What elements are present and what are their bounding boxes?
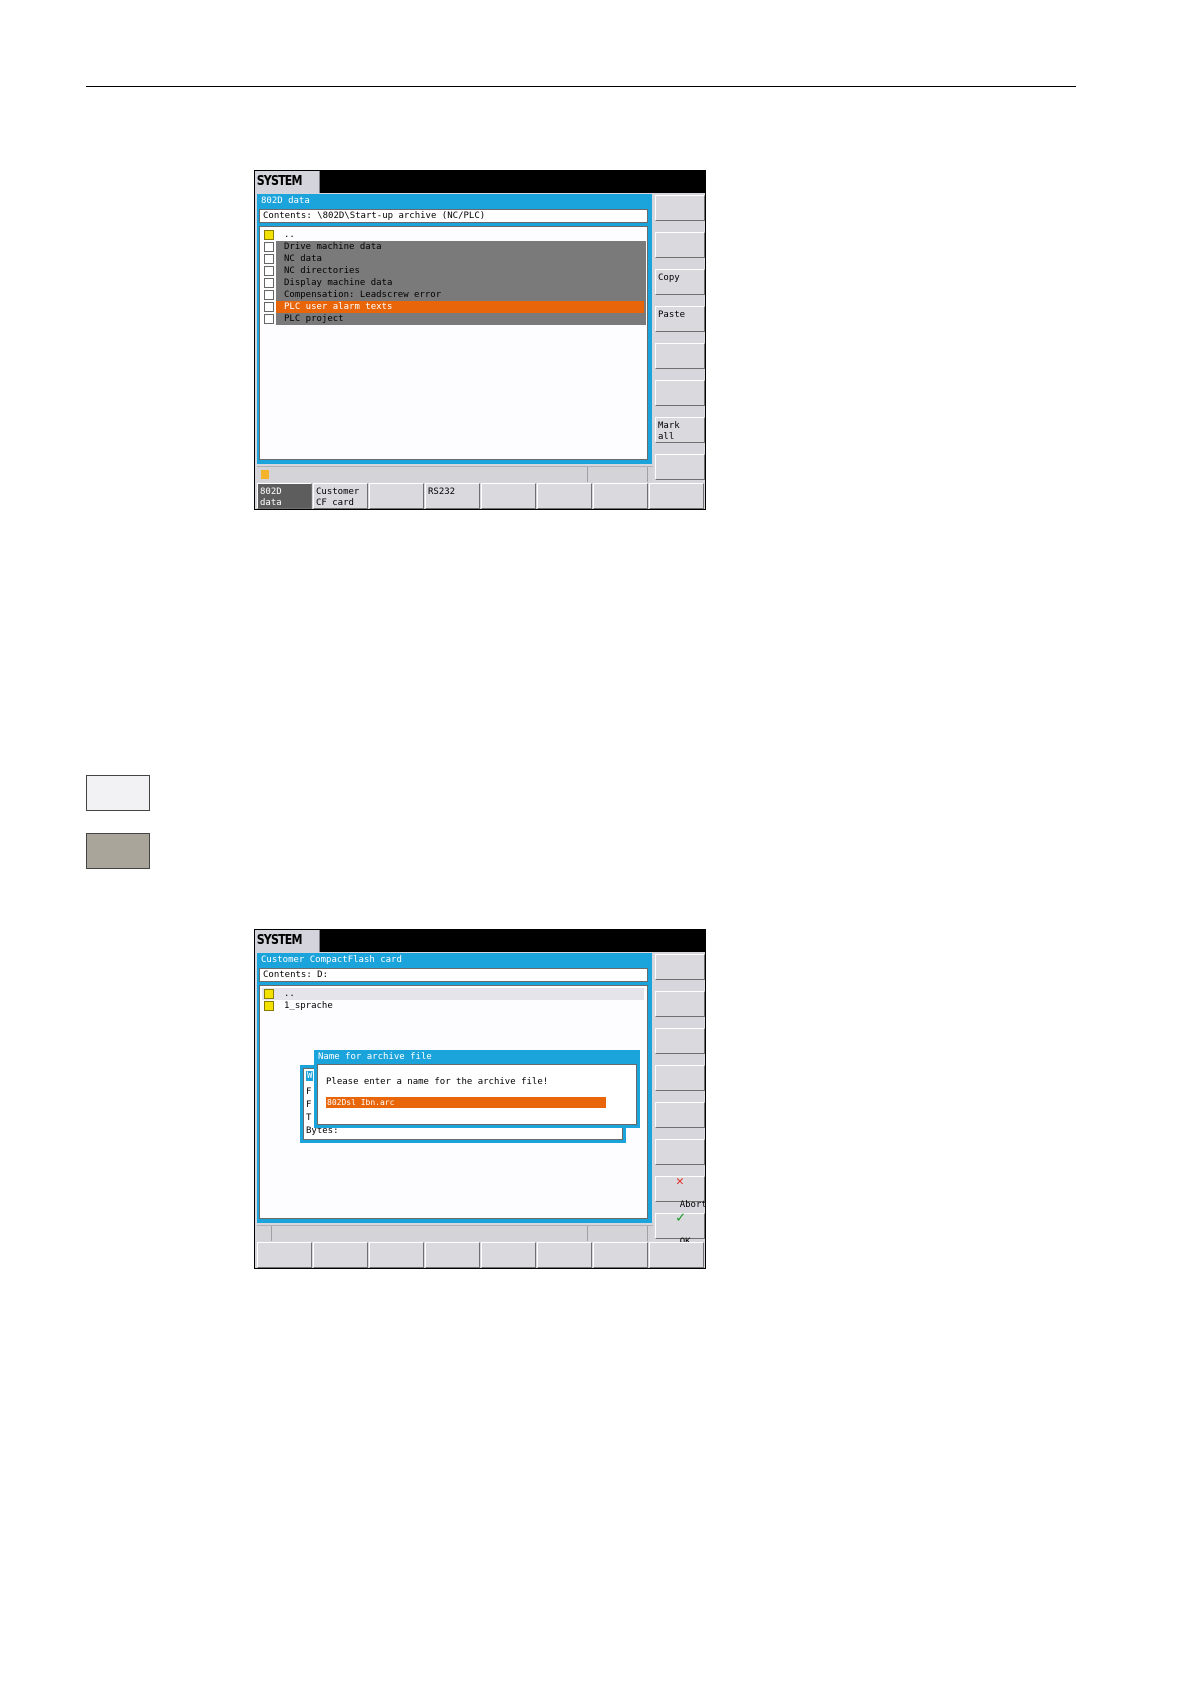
file-window: 802D data Contents: \802D\Start-up archi… xyxy=(257,194,652,464)
vertical-softkey-1[interactable] xyxy=(655,195,705,221)
page-rule xyxy=(86,86,1076,87)
horizontal-softkey-2[interactable] xyxy=(313,1242,368,1268)
folder-icon xyxy=(264,1001,274,1011)
background-dialog-row: F xyxy=(306,1100,312,1110)
list-item-label: 1_sprache xyxy=(284,1001,333,1011)
status-bar xyxy=(257,1225,653,1241)
dialog-title: Name for archive file xyxy=(318,1052,432,1062)
path-bar: Contents: \802D\Start-up archive (NC/PLC… xyxy=(259,209,648,223)
list-item-label: Compensation: Leadscrew error xyxy=(284,290,442,300)
file-list[interactable]: .. Drive machine data NC data NC directo… xyxy=(259,226,648,460)
list-item-label: NC directories xyxy=(284,266,360,276)
window-title: Customer CompactFlash card xyxy=(261,955,402,965)
list-item[interactable]: .. xyxy=(262,229,644,241)
background-dialog-row: F xyxy=(306,1087,312,1097)
vertical-softkey-3[interactable] xyxy=(655,1028,705,1054)
vertical-softkey-1[interactable] xyxy=(655,954,705,980)
horizontal-softkey-5[interactable] xyxy=(481,483,536,509)
list-item-label: Drive machine data xyxy=(284,242,382,252)
vertical-softkey-2[interactable] xyxy=(655,991,705,1017)
window-title: 802D data xyxy=(261,196,310,206)
screen-customer-cf-card: SYSTEM Customer CompactFlash card Conten… xyxy=(254,929,706,1269)
background-dialog-row: T xyxy=(306,1113,312,1123)
horizontal-softkey-7[interactable] xyxy=(593,1242,648,1268)
vertical-softkey-5[interactable] xyxy=(655,1102,705,1128)
rs232-softkey[interactable]: RS232 xyxy=(425,483,480,509)
horizontal-softkey-3[interactable] xyxy=(369,1242,424,1268)
list-item-label: NC data xyxy=(284,254,322,264)
file-icon xyxy=(264,278,274,288)
system-label: SYSTEM xyxy=(255,171,320,193)
list-item[interactable]: Display machine data xyxy=(262,277,644,289)
top-bar: SYSTEM xyxy=(255,930,705,952)
list-item[interactable]: Drive machine data xyxy=(262,241,644,253)
vertical-softkey-4[interactable] xyxy=(655,1065,705,1091)
paste-softkey[interactable]: Paste xyxy=(655,306,705,332)
screen-802d-data: SYSTEM 802D data Contents: \802D\Start-u… xyxy=(254,170,706,510)
horizontal-softkey-6[interactable] xyxy=(537,483,592,509)
file-icon xyxy=(264,254,274,264)
status-indicator-icon xyxy=(261,470,269,479)
vertical-softkey-2[interactable] xyxy=(655,232,705,258)
file-icon xyxy=(264,266,274,276)
folder-up-icon xyxy=(264,230,274,240)
abort-x-icon: ✕ xyxy=(676,1174,684,1189)
list-item[interactable]: Compensation: Leadscrew error xyxy=(262,289,644,301)
horizontal-softkey-1[interactable] xyxy=(257,1242,312,1268)
horizontal-softkey-8[interactable] xyxy=(649,483,704,509)
archive-name-dialog: Name for archive file Please enter a nam… xyxy=(314,1050,640,1128)
file-window: Customer CompactFlash card Contents: D: … xyxy=(257,953,652,1223)
horizontal-softkey-7[interactable] xyxy=(593,483,648,509)
list-item[interactable]: 1_sprache xyxy=(262,1000,644,1012)
list-item-label: .. xyxy=(284,230,295,240)
vertical-softkey-5[interactable] xyxy=(655,343,705,369)
folder-up-icon xyxy=(264,989,274,999)
vertical-softkey-6[interactable] xyxy=(655,1139,705,1165)
ok-checkmark-icon: ✓ xyxy=(676,1208,686,1226)
archive-name-input[interactable]: 802Dsl Ibn.arc xyxy=(326,1097,606,1108)
horizontal-softkey-6[interactable] xyxy=(537,1242,592,1268)
802d-data-softkey[interactable]: 802D data xyxy=(257,483,312,509)
light-key-icon xyxy=(86,775,150,811)
ok-softkey[interactable]: OK ✓ xyxy=(655,1208,705,1247)
background-dialog-title: W xyxy=(306,1071,314,1081)
dialog-prompt: Please enter a name for the archive file… xyxy=(326,1077,549,1087)
list-item[interactable]: NC data xyxy=(262,253,644,265)
list-item-label: PLC project xyxy=(284,314,344,324)
list-item-label: PLC user alarm texts xyxy=(284,302,393,312)
list-item-label: Display machine data xyxy=(284,278,393,288)
horizontal-softkey-5[interactable] xyxy=(481,1242,536,1268)
customer-cf-card-softkey[interactable]: Customer CF card xyxy=(313,483,368,509)
copy-softkey[interactable]: Copy xyxy=(655,269,705,295)
file-icon xyxy=(264,242,274,252)
file-icon xyxy=(264,302,274,312)
file-icon xyxy=(264,314,274,324)
mark-all-softkey[interactable]: Mark all xyxy=(655,417,705,443)
file-icon xyxy=(264,290,274,300)
abort-softkey[interactable]: Abort ✕ xyxy=(655,1174,705,1210)
horizontal-softkey-4[interactable] xyxy=(425,1242,480,1268)
list-item[interactable]: .. xyxy=(262,988,644,1000)
system-label: SYSTEM xyxy=(255,930,320,952)
dark-key-icon xyxy=(86,833,150,869)
path-bar: Contents: D: xyxy=(259,968,648,982)
status-bar xyxy=(257,466,653,482)
horizontal-softkey-8[interactable] xyxy=(649,1242,704,1268)
vertical-softkey-6[interactable] xyxy=(655,380,705,406)
list-item[interactable]: NC directories xyxy=(262,265,644,277)
vertical-softkey-8[interactable] xyxy=(655,454,705,480)
top-bar: SYSTEM xyxy=(255,171,705,193)
file-list[interactable]: .. 1_sprache W F F T Bytes: Name for arc… xyxy=(259,985,648,1219)
list-item[interactable]: PLC project xyxy=(262,313,644,325)
list-item-selected[interactable]: PLC user alarm texts xyxy=(262,301,644,313)
horizontal-softkey-3[interactable] xyxy=(369,483,424,509)
list-item-label: .. xyxy=(284,989,295,999)
